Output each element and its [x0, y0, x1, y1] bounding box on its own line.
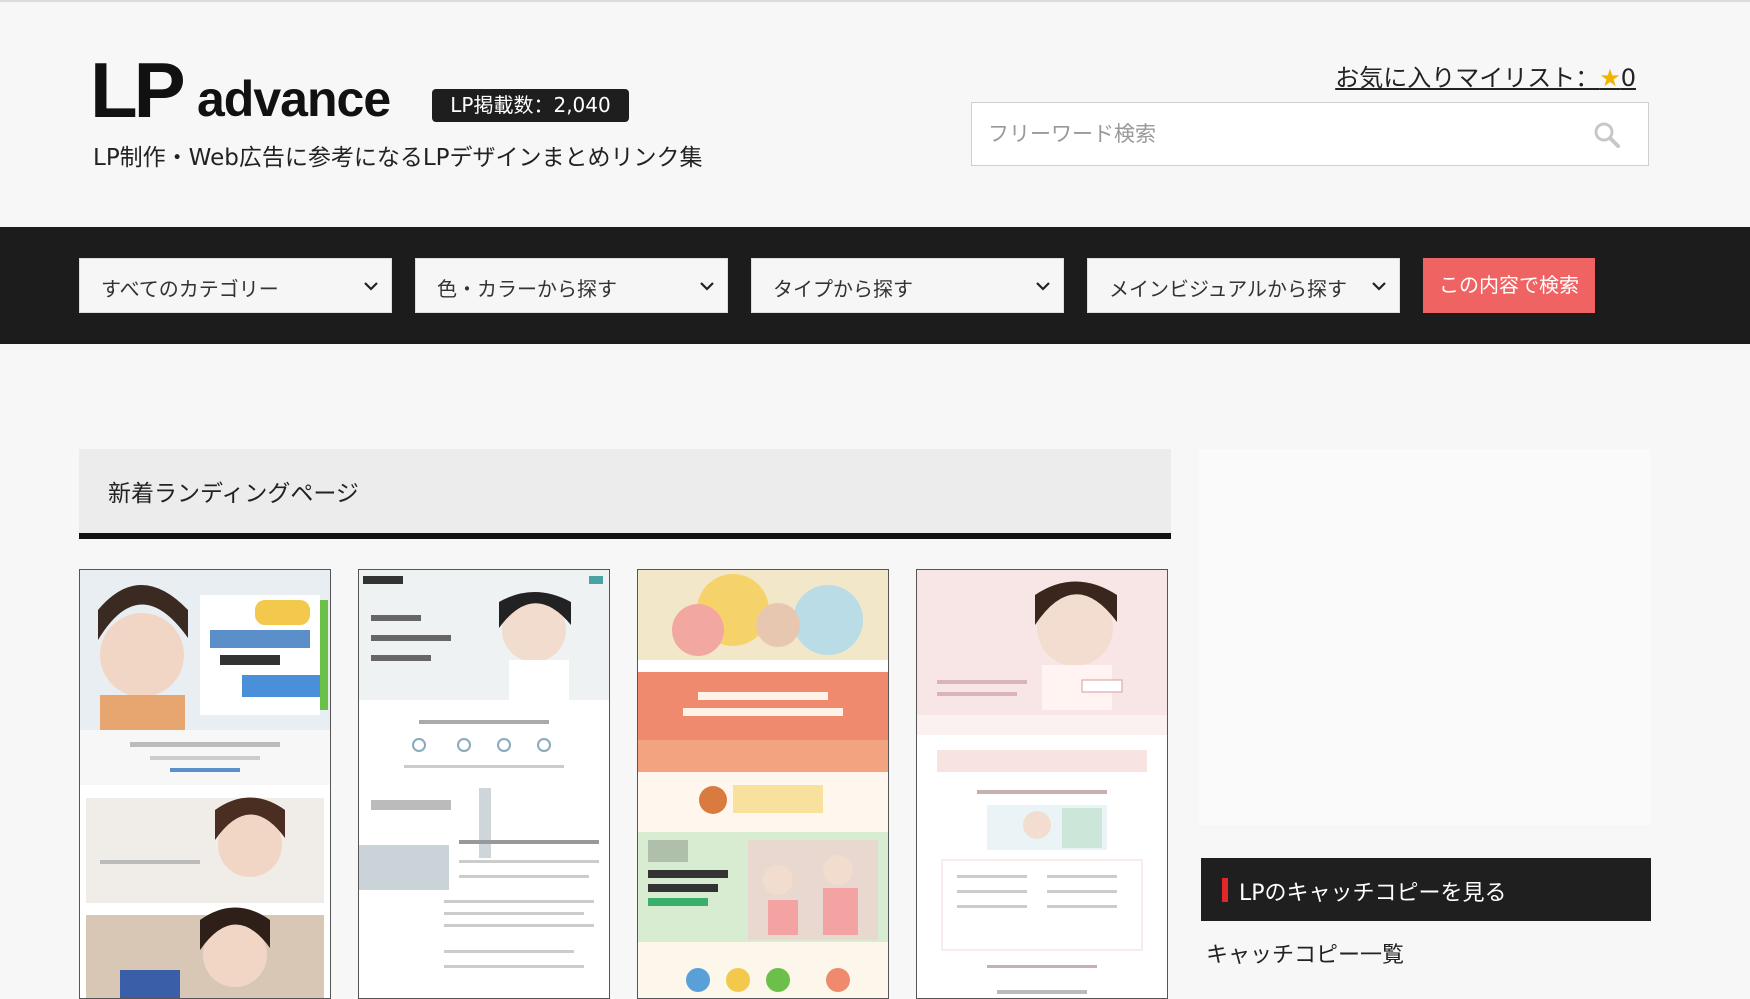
catchcopy-heading: LPのキャッチコピーを見る — [1201, 858, 1651, 921]
lp-thumbnail-card[interactable] — [79, 569, 331, 999]
section-underline — [79, 533, 1171, 539]
heading-accent-bar — [1222, 878, 1228, 902]
search-icon[interactable] — [1594, 122, 1620, 148]
search-input[interactable] — [972, 103, 1588, 165]
search-box — [971, 102, 1649, 166]
lp-thumbnail-card[interactable] — [916, 569, 1168, 999]
chevron-down-icon — [700, 282, 714, 291]
lp-count-badge: LP掲載数：2,040 — [432, 89, 629, 122]
chevron-down-icon — [364, 282, 378, 291]
filter-search-button[interactable]: この内容で検索 — [1423, 258, 1595, 313]
logo-advance: advance — [197, 71, 391, 127]
filter-bar: すべてのカテゴリー 色・カラーから探す タイプから探す メインビジュアルから探す… — [0, 227, 1750, 344]
favorites-mylist-link[interactable]: お気に入りマイリスト：★0 — [1335, 58, 1636, 93]
category-select[interactable]: すべてのカテゴリー — [79, 258, 392, 313]
type-select-value: タイプから探す — [773, 277, 913, 301]
section-title: 新着ランディングページ — [108, 481, 359, 507]
site-tagline: LP制作・Web広告に参考になるLPデザインまとめリンク集 — [93, 145, 703, 171]
favorites-count: 0 — [1620, 64, 1636, 92]
catchcopy-list-link[interactable]: キャッチコピー一覧 — [1206, 937, 1404, 969]
lp-thumbnail-card[interactable] — [637, 569, 889, 999]
category-select-value: すべてのカテゴリー — [101, 277, 279, 301]
star-icon: ★ — [1599, 64, 1621, 92]
section-header: 新着ランディングページ — [79, 449, 1171, 533]
lp-thumbnail-card[interactable] — [358, 569, 610, 999]
color-select[interactable]: 色・カラーから探す — [415, 258, 728, 313]
lp-thumbnail-image — [917, 570, 1167, 994]
lp-thumbnail-image — [80, 570, 330, 998]
lp-thumbnail-image — [359, 570, 609, 968]
top-border — [0, 0, 1750, 2]
main-visual-select-value: メインビジュアルから探す — [1109, 277, 1347, 301]
logo-lp: LP — [90, 46, 186, 134]
main-visual-select[interactable]: メインビジュアルから探す — [1087, 258, 1400, 313]
favorites-label: お気に入りマイリスト： — [1335, 64, 1600, 92]
sidebar-ad-space — [1199, 449, 1651, 825]
chevron-down-icon — [1036, 282, 1050, 291]
chevron-down-icon — [1372, 282, 1386, 291]
catchcopy-heading-text: LPのキャッチコピーを見る — [1239, 881, 1507, 906]
lp-thumbnail-image — [638, 570, 888, 998]
color-select-value: 色・カラーから探す — [437, 277, 617, 301]
type-select[interactable]: タイプから探す — [751, 258, 1064, 313]
